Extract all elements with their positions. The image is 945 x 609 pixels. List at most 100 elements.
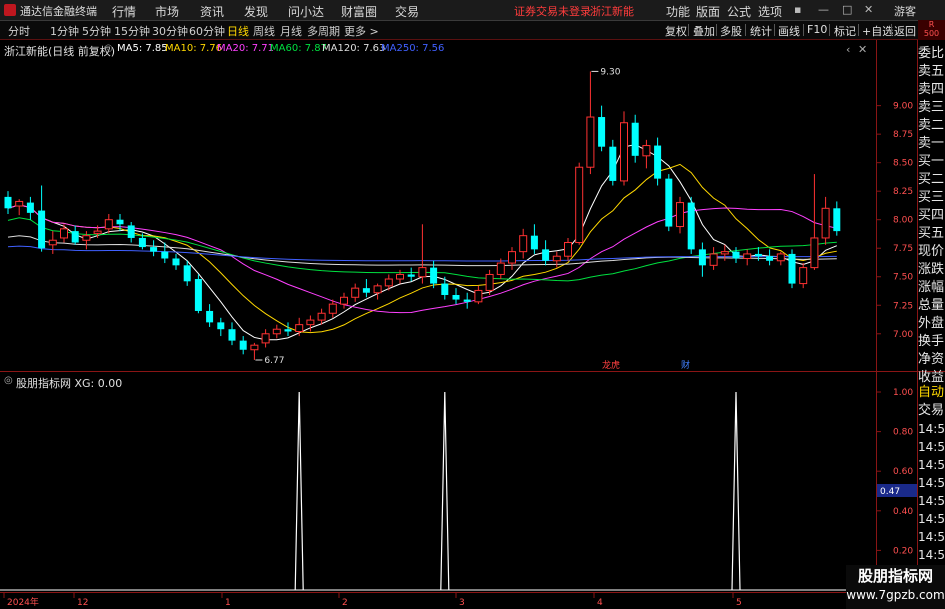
candle-body-up (485, 273, 494, 291)
candle-body-down (362, 288, 370, 293)
candle-body-up (250, 344, 259, 351)
menu-item-zixun[interactable]: 资讯 (200, 3, 224, 20)
order-book-row: 卖一 (918, 136, 945, 151)
tool-add-watchlist[interactable]: +自选 (862, 23, 893, 39)
candle-body-down (172, 258, 180, 266)
time-tick-label: 5 (736, 598, 742, 608)
indicator-tick-label: 0.60 (893, 467, 913, 477)
order-book-row: 现价 (918, 244, 945, 259)
settings-icon[interactable]: ▪ (794, 3, 801, 16)
trade-time-row: 14:56 (918, 476, 945, 490)
tool-f10[interactable]: F10 (807, 23, 827, 36)
price-tick-label: 8.75 (893, 130, 913, 140)
tool-diejia[interactable]: 叠加 (693, 23, 715, 39)
candle-body-down (665, 178, 673, 227)
menu-item-shichang[interactable]: 市场 (155, 3, 179, 20)
menu-item-jiaoyi[interactable]: 交易 (395, 3, 419, 20)
candle-body-down (284, 329, 292, 332)
candle-body-up (620, 122, 628, 182)
candle-body-down (598, 117, 606, 147)
period-tab-weekly[interactable]: 周线 (253, 23, 275, 39)
period-tab-60min[interactable]: 60分钟 (189, 23, 225, 39)
candle-body-up (709, 253, 718, 266)
period-tab-1min[interactable]: 1分钟 (50, 23, 79, 39)
time-tick-label: 4 (597, 598, 603, 608)
tool-tongji[interactable]: 统计 (750, 23, 772, 39)
period-tab-30min[interactable]: 30分钟 (152, 23, 188, 39)
menu-item-caifuquan[interactable]: 财富圈 (341, 3, 377, 20)
app-title: 通达信金融终端 (20, 5, 97, 18)
price-tick-label: 9.00 (893, 102, 913, 112)
menu-item-gongneng[interactable]: 功能 (666, 3, 690, 20)
tool-back[interactable]: 返回 (894, 23, 916, 39)
trade-time-row: 14:56 (918, 548, 945, 562)
right-tab-label: R (928, 20, 935, 29)
indicator-tick-label: 1.00 (893, 388, 913, 398)
candle-body-up (93, 230, 102, 234)
stock-name-tab[interactable]: 浙江新能 (590, 3, 634, 19)
menu-item-hangqing[interactable]: 行情 (112, 3, 136, 20)
close-icon[interactable]: ✕ (864, 3, 873, 16)
trade-times: 14:56 14:56 14:56 14:56 14:56 14:56 14:56 14:56 (918, 420, 945, 564)
candle-body-up (418, 267, 427, 278)
xg-signal-spike (731, 391, 741, 591)
menu-bar: 通达信金融终端 行情 市场 资讯 发现 问小达 财富圈 交易 证券交易未登录 浙… (0, 0, 945, 21)
menu-item-gongshi[interactable]: 公式 (727, 3, 751, 20)
candle-body-down (732, 251, 740, 259)
order-book-row: 涨跌 (918, 262, 945, 277)
right-tab-r500[interactable]: R 500 (918, 20, 945, 40)
price-tick-label: 7.50 (893, 273, 913, 283)
event-markers: 龙虎 财 (602, 359, 690, 371)
period-tab-5min[interactable]: 5分钟 (82, 23, 111, 39)
kline-chart[interactable]: 9.00 8.75 8.50 8.25 8.00 7.75 7.50 7.25 7.00 1.0… (0, 40, 945, 609)
time-tick-label: 1 (225, 598, 231, 608)
period-tab-daily[interactable]: 日线 (227, 23, 249, 39)
toolbar-divider (774, 24, 775, 36)
price-tick-label: 7.00 (893, 330, 913, 340)
app-logo-icon (4, 4, 16, 16)
price-tick-label: 7.75 (893, 244, 913, 254)
menu-item-banmian[interactable]: 版面 (696, 3, 720, 20)
tool-fuquan[interactable]: 复权 (665, 23, 687, 39)
candle-body-up (351, 287, 360, 298)
time-tick-label: 3 (459, 598, 465, 608)
period-tab-more[interactable]: 更多 > (344, 23, 379, 39)
price-tick-label: 8.00 (893, 216, 913, 226)
toolbar-divider (716, 24, 717, 36)
minimize-icon[interactable]: — (818, 3, 829, 16)
candle-body-up (799, 267, 808, 285)
period-tab-multi[interactable]: 多周期 (307, 23, 340, 39)
candle-body-down (161, 251, 169, 259)
menu-item-faxian[interactable]: 发现 (244, 3, 268, 20)
period-tab-fenshi[interactable]: 分时 (8, 23, 30, 39)
time-tick-label: 2 (342, 598, 348, 608)
tool-huaxian[interactable]: 画线 (778, 23, 800, 39)
candle-body-down (687, 202, 695, 250)
time-axis: 2024年 12 1 2 3 4 5 (3, 593, 742, 608)
menu-item-wenxiaoda[interactable]: 问小达 (288, 3, 324, 20)
tool-duogu[interactable]: 多股 (720, 23, 742, 39)
candle-body-up (48, 239, 57, 246)
watermark-title: 股朋指标网 (857, 567, 933, 585)
auto-label[interactable]: 自动 (918, 384, 945, 402)
candle-body-up (396, 273, 404, 280)
candle-body-down (26, 202, 34, 213)
menu-item-xuanxiang[interactable]: 选项 (758, 3, 782, 20)
maximize-icon[interactable]: □ (842, 3, 852, 16)
period-tab-15min[interactable]: 15分钟 (114, 23, 150, 39)
price-tick-label: 8.25 (893, 187, 913, 197)
order-book-labels: 委比 卖五 卖四 卖三 卖二 卖一 买一 买二 买三 买四 买五 现价 涨跌 涨幅 总量 外盘 换手 净资 收益 (918, 45, 945, 387)
trade-login-alert[interactable]: 证券交易未登录 (514, 3, 591, 19)
candle-body-up (776, 253, 785, 262)
tool-biaoji[interactable]: 标记 (834, 23, 856, 39)
candle-body-up (295, 324, 304, 332)
candle-body-down (194, 279, 202, 311)
candle-body-down (239, 340, 247, 350)
guest-label[interactable]: 游客 (894, 3, 916, 19)
order-book-row: 买五 (918, 226, 945, 241)
trade-time-row: 14:56 (918, 422, 945, 436)
candle-body-up (317, 312, 326, 321)
candle-body-down (698, 249, 706, 266)
period-tab-monthly[interactable]: 月线 (280, 23, 302, 39)
candle-body-up (564, 242, 572, 257)
